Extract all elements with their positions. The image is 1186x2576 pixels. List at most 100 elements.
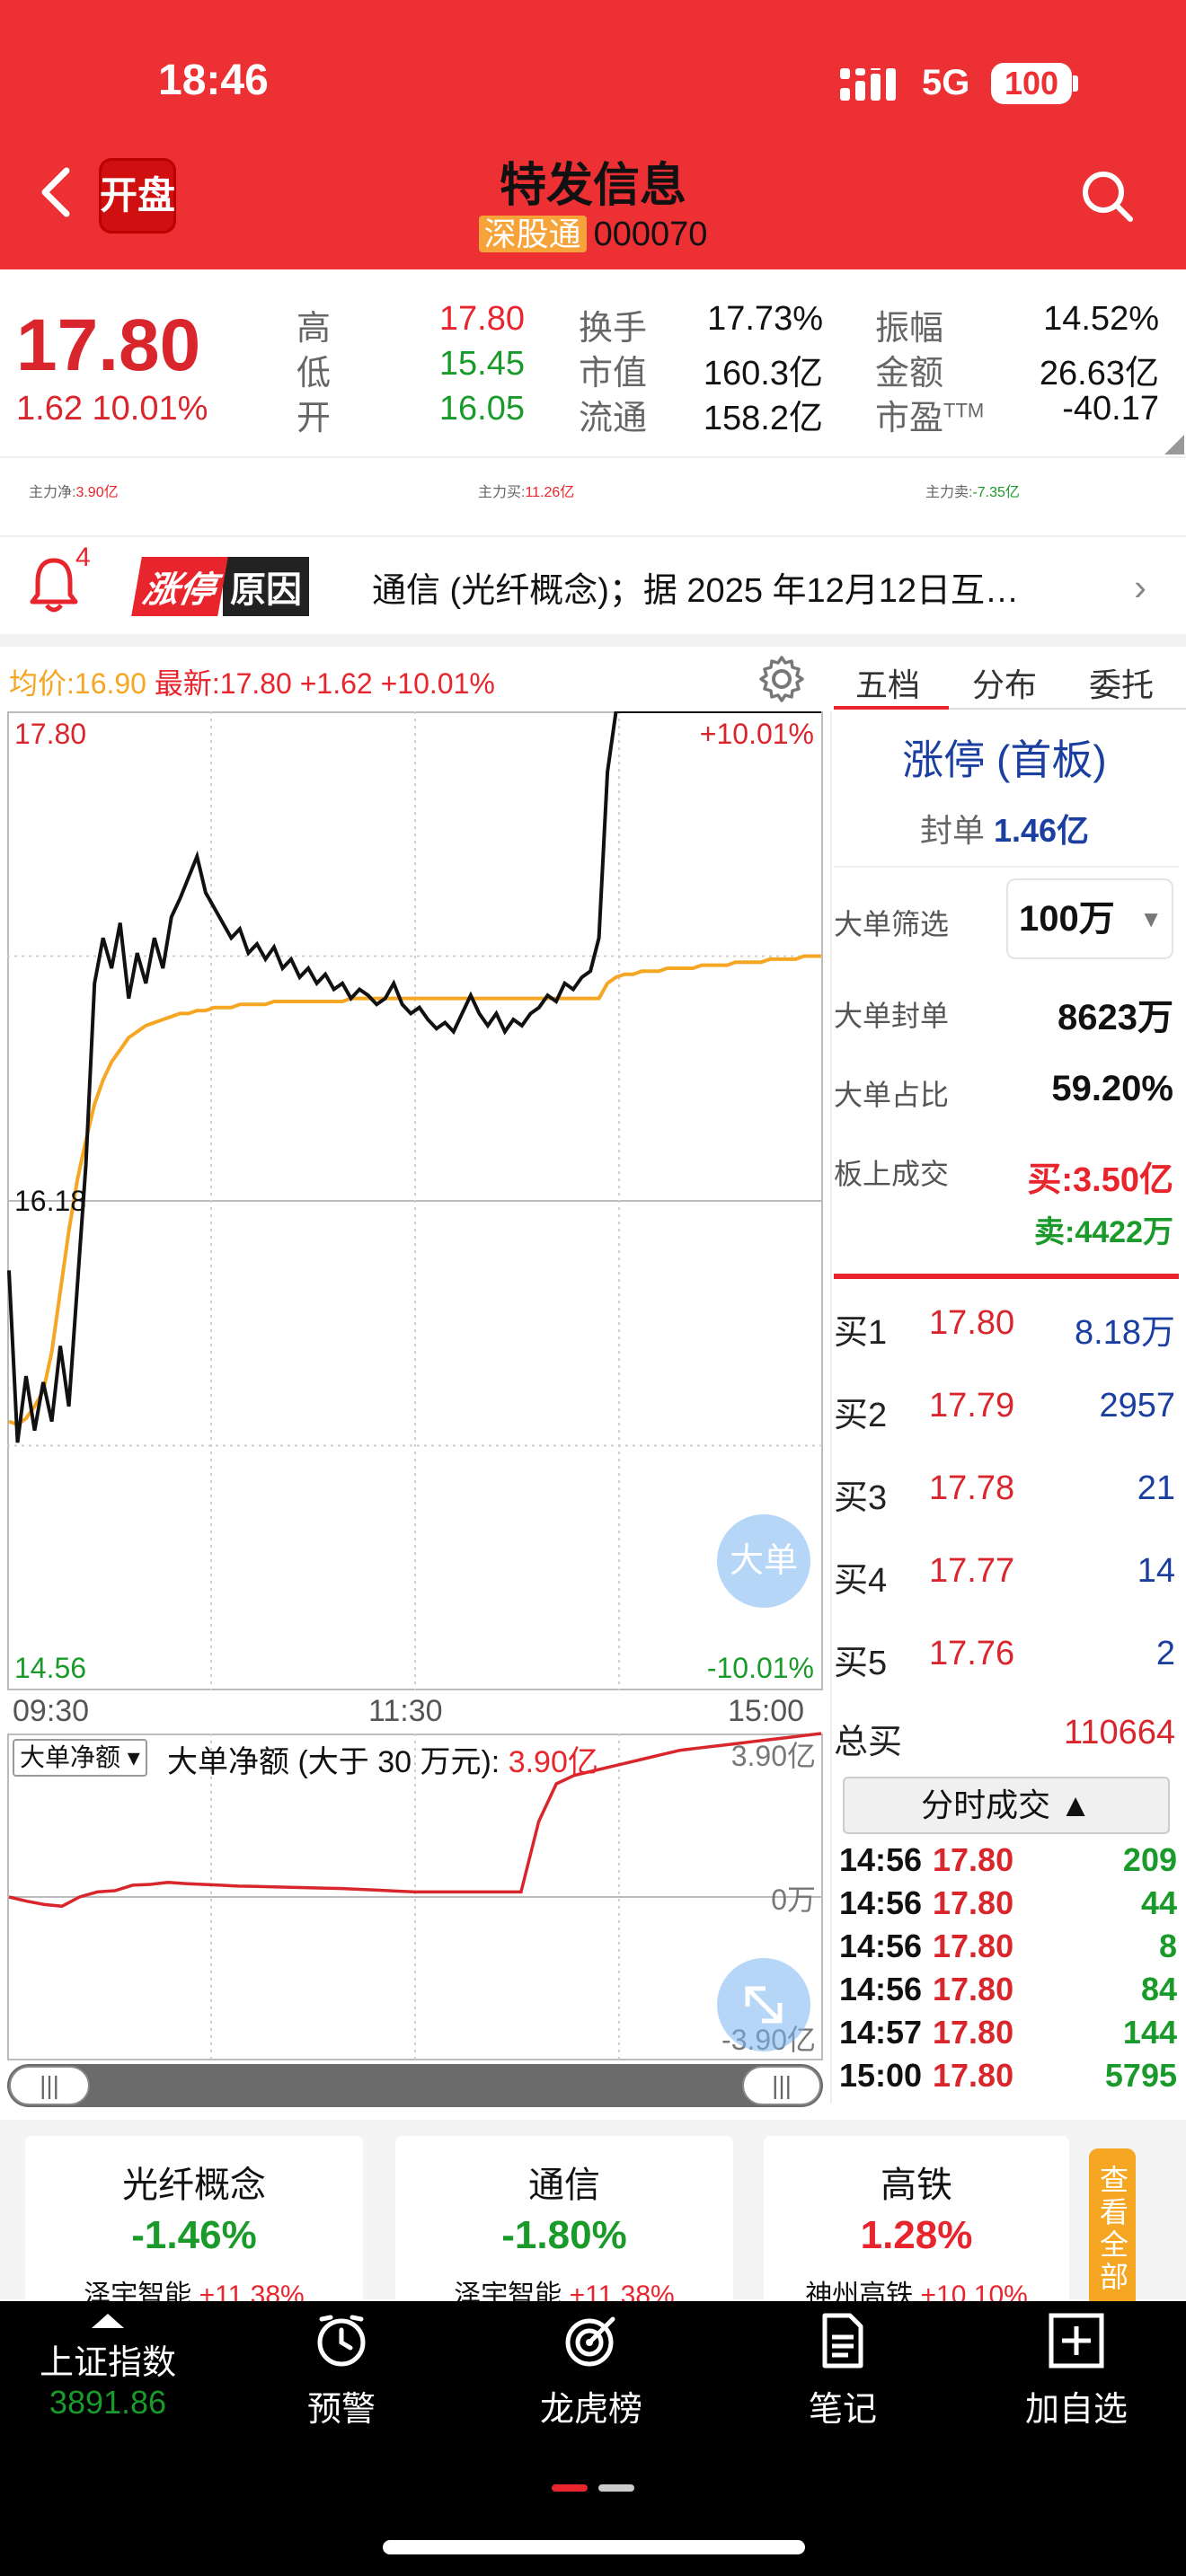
- tick-row: 14:57 17.80 144: [839, 2014, 1177, 2051]
- sub-chart-grid: [7, 1734, 823, 2060]
- quote-value-amount: 26.63亿: [1039, 355, 1159, 393]
- y-pct-top: +10.01%: [700, 718, 814, 750]
- main-buy-flow: 主力买:11.26亿: [478, 485, 575, 500]
- tick-trades-button[interactable]: 分时成交 ▲: [843, 1777, 1170, 1834]
- battery-tip: [1073, 75, 1078, 92]
- quote-label-low: 低: [296, 355, 332, 393]
- bid-level-2: 买2 17.79 2957: [834, 1387, 1175, 1434]
- quote-label-open: 开: [296, 400, 332, 437]
- bid-level-1: 买1 17.80 8.18万: [834, 1304, 1175, 1352]
- range-slider-track[interactable]: [7, 2064, 823, 2107]
- tick-row: 14:56 17.80 209: [839, 1841, 1177, 1878]
- tick-row: 14:56 17.80 8: [839, 1928, 1177, 1964]
- chevron-right-icon[interactable]: ›: [1134, 566, 1146, 609]
- gear-icon[interactable]: [757, 654, 807, 704]
- reason-text: 通信 (光纤概念)；据 2025 年12月12日互…: [372, 572, 1020, 610]
- sector-card-fiber[interactable]: 光纤概念 -1.46% 泽宇智能 +11.38%: [25, 2136, 363, 2316]
- view-all-button[interactable]: 查看全部: [1089, 2148, 1136, 2310]
- corner-triangle-icon: [1164, 435, 1184, 454]
- section-gap: [0, 634, 1186, 647]
- intraday-price-chart[interactable]: 17.80 16.18 14.56 +10.01% -10.01%: [7, 711, 823, 1690]
- expand-button[interactable]: [717, 1958, 810, 2051]
- network-type: 5G: [922, 63, 970, 102]
- x-tick-close: 15:00: [728, 1694, 805, 1728]
- big-seal-label: 大单封单: [834, 1000, 950, 1032]
- tab-distribution[interactable]: 分布: [972, 659, 1037, 706]
- y-pct-bottom: -10.01%: [707, 1652, 814, 1684]
- page-title: 特发信息: [499, 160, 686, 212]
- order-book-tabs: 五档 分布 委托: [834, 650, 1186, 711]
- quote-label-turnover: 换手: [579, 310, 648, 348]
- big-order-net-chart[interactable]: 3.90亿 0万 -3.90亿: [7, 1732, 823, 2060]
- status-time: 18:46: [158, 57, 269, 104]
- connect-tag: 深股通: [478, 216, 587, 252]
- x-tick-open: 09:30: [13, 1694, 90, 1728]
- nav-notes[interactable]: 笔记: [753, 2312, 933, 2430]
- target-icon: [565, 2316, 615, 2367]
- big-order-button[interactable]: 大单: [717, 1514, 810, 1608]
- quote-label-amplitude: 振幅: [875, 310, 944, 348]
- bell-count: 4: [75, 543, 91, 572]
- price-change: 1.62 10.01%: [16, 390, 208, 428]
- tab-five-levels[interactable]: 五档: [855, 659, 920, 706]
- sub-chart-title: 大单净额 (大于 30 万元): 3.90亿: [167, 1745, 598, 1779]
- current-price: 17.80: [16, 304, 201, 386]
- bell-icon[interactable]: [27, 555, 81, 614]
- note-icon: [822, 2313, 863, 2369]
- sector-card-railway[interactable]: 高铁 1.28% 神州高铁 +10.10%: [764, 2136, 1069, 2316]
- indicator-selector[interactable]: 大单净额 ▾: [13, 1739, 147, 1777]
- main-sell-flow: 主力卖:-7.35亿: [925, 485, 1020, 500]
- big-order-filter-label: 大单筛选: [834, 908, 950, 940]
- range-handle-left[interactable]: |||: [9, 2066, 90, 2105]
- main-net-flow: 主力净:3.90亿: [29, 485, 119, 500]
- quote-value-turnover: 17.73%: [707, 300, 823, 338]
- average-price-line: [8, 954, 821, 1427]
- sub-y-top: 3.90亿: [731, 1740, 816, 1772]
- battery-icon: 100: [991, 63, 1072, 104]
- sector-card-telecom[interactable]: 通信 -1.80% 泽宇智能 +11.38%: [395, 2136, 733, 2316]
- board-sell: 卖:4422万: [1034, 1215, 1173, 1249]
- nav-add-watchlist[interactable]: 加自选: [987, 2312, 1166, 2430]
- bid-section-divider: [834, 1274, 1179, 1279]
- nav-dragon-tiger[interactable]: 龙虎榜: [501, 2312, 681, 2430]
- tick-row: 14:56 17.80 44: [839, 1884, 1177, 1921]
- quote-value-high: 17.80: [438, 300, 525, 338]
- tab-orders[interactable]: 委托: [1089, 659, 1154, 706]
- sub-y-mid: 0万: [771, 1883, 816, 1916]
- avg-price-label: 均价:16.90: [9, 667, 146, 700]
- board-trade-label: 板上成交: [834, 1158, 950, 1190]
- quote-label-mktcap: 市值: [579, 355, 648, 393]
- chart-header: 均价:16.90 最新:17.80 +1.62 +10.01%: [9, 661, 495, 702]
- tick-row: 15:00 17.80 5795: [839, 2057, 1177, 2094]
- home-indicator: [383, 2540, 805, 2554]
- price-chart-grid: [7, 711, 823, 1690]
- limit-up-status: 涨停 (首板): [902, 737, 1107, 783]
- quote-value-float: 158.2亿: [703, 400, 823, 437]
- tab-underline: [834, 706, 949, 710]
- tick-row: 14:56 17.80 84: [839, 1971, 1177, 2007]
- y-label-mid: 16.18: [14, 1185, 86, 1217]
- quote-label-high: 高: [296, 310, 332, 348]
- bid-level-5: 买5 17.76 2: [834, 1635, 1175, 1682]
- limit-up-reason-badge: 涨停 原因: [131, 557, 343, 616]
- nav-index[interactable]: 上证指数 3891.86: [18, 2312, 198, 2422]
- stock-code: 000070: [593, 216, 708, 253]
- divider: [0, 456, 1186, 458]
- panel-divider: [830, 711, 832, 2104]
- caret-up-icon: [92, 2314, 124, 2328]
- stock-subtitle: 深股通 000070: [0, 208, 1186, 255]
- bid-level-4: 买4 17.77 14: [834, 1552, 1175, 1600]
- nav-alert[interactable]: 预警: [252, 2312, 431, 2430]
- alarm-clock-icon: [317, 2315, 366, 2367]
- big-order-filter-select[interactable]: 100万 ▼: [1006, 878, 1173, 959]
- pager-dot: [598, 2484, 634, 2492]
- y-label-bottom: 14.56: [14, 1652, 86, 1684]
- range-handle-right[interactable]: |||: [742, 2066, 821, 2105]
- search-icon[interactable]: [1078, 167, 1136, 225]
- quote-value-open: 16.05: [438, 390, 525, 428]
- big-ratio-label: 大单占比: [834, 1079, 950, 1111]
- quote-value-pe: -40.17: [1062, 390, 1159, 428]
- plus-box-icon: [1049, 2313, 1104, 2369]
- x-tick-noon: 11:30: [368, 1694, 443, 1728]
- latest-price-label: 最新:17.80 +1.62 +10.01%: [154, 667, 495, 700]
